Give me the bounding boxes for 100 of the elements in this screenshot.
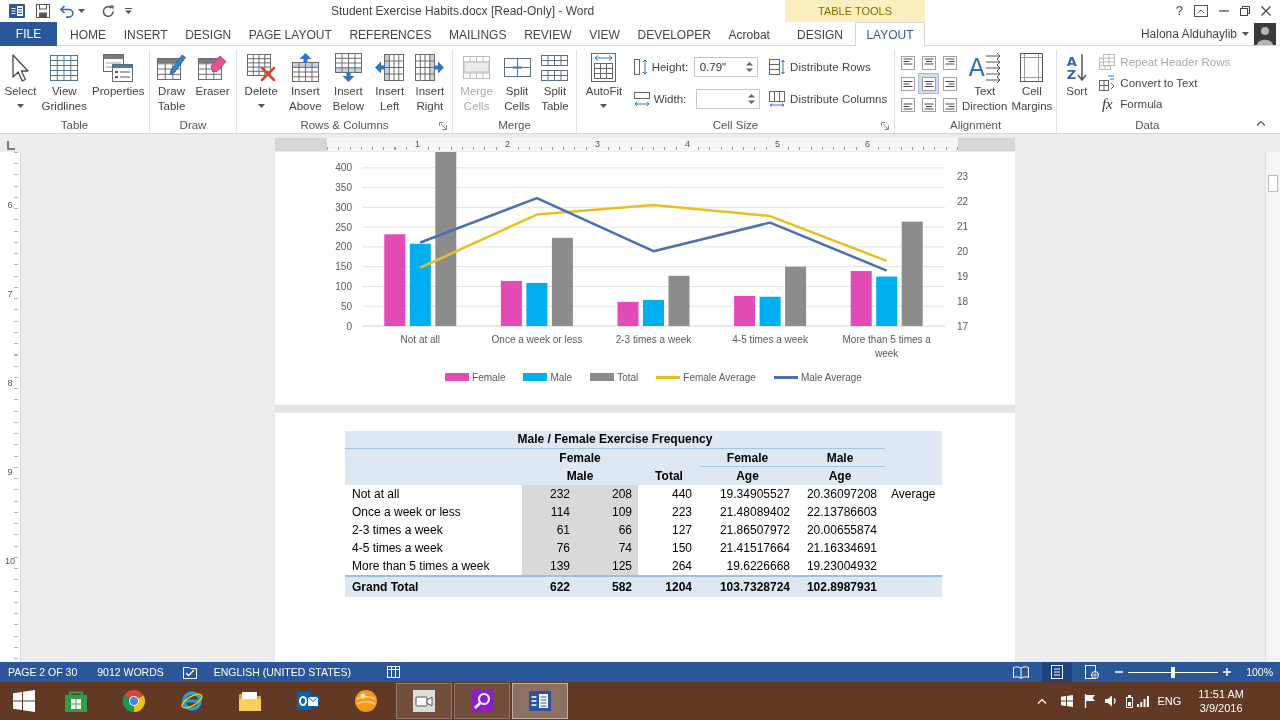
scrollbar-thumb[interactable]: [1268, 175, 1278, 192]
align-bottom-right-icon: [942, 97, 957, 112]
eraser-icon: [198, 55, 228, 80]
zoom-slider-thumb[interactable]: [1171, 666, 1176, 678]
ribbon-tab[interactable]: MAILINGS: [442, 22, 514, 46]
orb-icon: [354, 689, 378, 713]
dialog-launcher-icon[interactable]: [439, 121, 447, 130]
align-bottom-left-icon: [900, 97, 915, 112]
autofit-icon: [591, 53, 617, 82]
ribbon-tab[interactable]: REVIEW: [517, 22, 579, 46]
ribbon-button[interactable]: AutoFit: [583, 51, 625, 108]
round-logo-icon: [122, 689, 146, 713]
ribbon-button[interactable]: Properties: [90, 51, 147, 99]
taskbar-button[interactable]: [512, 683, 568, 719]
user-name[interactable]: Halona Alduhaylib: [1140, 26, 1237, 41]
proofing-icon[interactable]: [182, 665, 197, 679]
collapse-ribbon-icon[interactable]: [1256, 120, 1266, 126]
ribbon-button[interactable]: Draw Table: [154, 51, 189, 114]
dialog-launcher-icon[interactable]: [881, 121, 889, 130]
avatar-icon: [1254, 22, 1276, 45]
save-icon[interactable]: [36, 4, 50, 18]
number-field[interactable]: [695, 89, 760, 109]
shopping-bag-icon: [64, 689, 88, 713]
input-language[interactable]: ENG: [1157, 695, 1182, 707]
spinner-arrows-icon[interactable]: [747, 93, 755, 105]
group-label: Alignment: [950, 118, 1002, 133]
ribbon-tab[interactable]: INSERT: [116, 22, 175, 46]
align-top-center-icon: [921, 55, 936, 70]
ribbon-tab[interactable]: HOME: [63, 22, 113, 46]
speaker-icon[interactable]: [1105, 695, 1117, 707]
ribbon-button[interactable]: Cell Margins: [1009, 51, 1055, 114]
ribbon-button[interactable]: Insert Left: [373, 51, 407, 114]
align-middle-left-icon: [900, 76, 915, 91]
table-cell-text: 19.23004932: [805, 558, 878, 575]
vertical-ruler: 6 7 8 9 10: [0, 152, 21, 662]
customize-caret-icon[interactable]: [125, 8, 132, 14]
ribbon-button[interactable]: View Gridlines: [39, 51, 89, 114]
undo-icon[interactable]: [60, 4, 75, 18]
axis-tick-label: 200: [335, 241, 352, 253]
clock-date[interactable]: 3/9/2016: [1199, 701, 1243, 715]
ribbon-button[interactable]: Insert Right: [413, 51, 447, 114]
close-icon[interactable]: [1261, 6, 1271, 16]
axis-tick-label: 20: [957, 245, 969, 257]
clock-time[interactable]: 11:51 AM: [1198, 687, 1244, 701]
video-camera-icon: [412, 689, 436, 713]
ribbon-tab[interactable]: DESIGN: [785, 22, 855, 46]
caret-icon[interactable]: [1242, 31, 1249, 36]
ribbon-tab[interactable]: REFERENCES: [342, 22, 439, 46]
ribbon-tab[interactable]: DESIGN: [178, 22, 239, 46]
scrollbar[interactable]: [1265, 152, 1280, 662]
zoom-percent[interactable]: 100%: [1246, 666, 1273, 678]
number-field[interactable]: 0.79": [693, 57, 758, 77]
ribbon-button[interactable]: Insert Above: [287, 51, 324, 114]
word-count[interactable]: 9012 WORDS: [97, 666, 164, 678]
ribbon-button[interactable]: fx Formula: [1099, 93, 1231, 115]
file-tab[interactable]: FILE: [0, 22, 57, 46]
chart-bar: [526, 282, 548, 326]
battery-icon[interactable]: [1126, 694, 1134, 708]
ribbon-tab[interactable]: DEVELOPER: [630, 22, 718, 46]
zoom-in-icon[interactable]: [1223, 668, 1232, 676]
taskbar-button[interactable]: [454, 683, 510, 719]
category-label: Once a week or less: [491, 334, 583, 345]
tab-stop-icon[interactable]: [5, 140, 16, 150]
align-button[interactable]: [918, 73, 939, 94]
table-cell-text: 22.13786603: [805, 504, 878, 521]
ribbon-tab[interactable]: VIEW: [582, 22, 627, 46]
ribbon-button[interactable]: Split Cells: [501, 51, 533, 114]
language-indicator[interactable]: ENGLISH (UNITED STATES): [213, 666, 352, 678]
ribbon-button[interactable]: Delete: [242, 51, 280, 108]
taskbar-button[interactable]: [396, 683, 452, 719]
caret-icon: [17, 104, 24, 108]
ribbon-tab[interactable]: Acrobat: [721, 22, 777, 46]
down-arrow-icon: [1076, 54, 1087, 81]
view-button[interactable]: [1041, 662, 1072, 682]
ribbon-button[interactable]: A Text Direction: [960, 51, 1010, 114]
merge-cells-icon: [463, 56, 491, 79]
ribbon-button[interactable]: Eraser: [193, 51, 232, 99]
ribbon-button[interactable]: AZ Sort: [1064, 51, 1090, 99]
ribbon-button[interactable]: Split Table: [539, 51, 571, 114]
grid-page-icon[interactable]: [387, 666, 401, 678]
ribbon-display-icon[interactable]: [1194, 5, 1208, 17]
ribbon-tab[interactable]: LAYOUT: [855, 22, 925, 46]
flag-icon[interactable]: [1084, 694, 1096, 708]
ribbon-button[interactable]: Distribute Rows: [769, 56, 888, 78]
signal-bars-icon[interactable]: [1137, 695, 1150, 707]
restore-icon[interactable]: [1240, 6, 1250, 16]
ribbon-button[interactable]: Distribute Columns: [769, 88, 888, 110]
ribbon-button[interactable]: Insert Below: [330, 51, 367, 114]
chevron-up-icon[interactable]: [1037, 698, 1048, 704]
convert-to-text-icon: [1099, 75, 1116, 91]
four-pane-logo-icon[interactable]: [1061, 695, 1074, 707]
spinner-arrows-icon[interactable]: [745, 61, 753, 73]
ribbon-tab[interactable]: PAGE LAYOUT: [241, 22, 339, 46]
caret-icon[interactable]: [78, 9, 85, 13]
help-button[interactable]: ?: [1175, 3, 1183, 19]
table-cell-text: 102.8987931: [805, 579, 878, 596]
ribbon-button[interactable]: Convert to Text: [1099, 72, 1231, 94]
ribbon-button[interactable]: Select: [2, 51, 39, 108]
page-count[interactable]: PAGE 2 OF 30: [8, 666, 78, 678]
circular-arrow-icon[interactable]: [102, 4, 115, 18]
